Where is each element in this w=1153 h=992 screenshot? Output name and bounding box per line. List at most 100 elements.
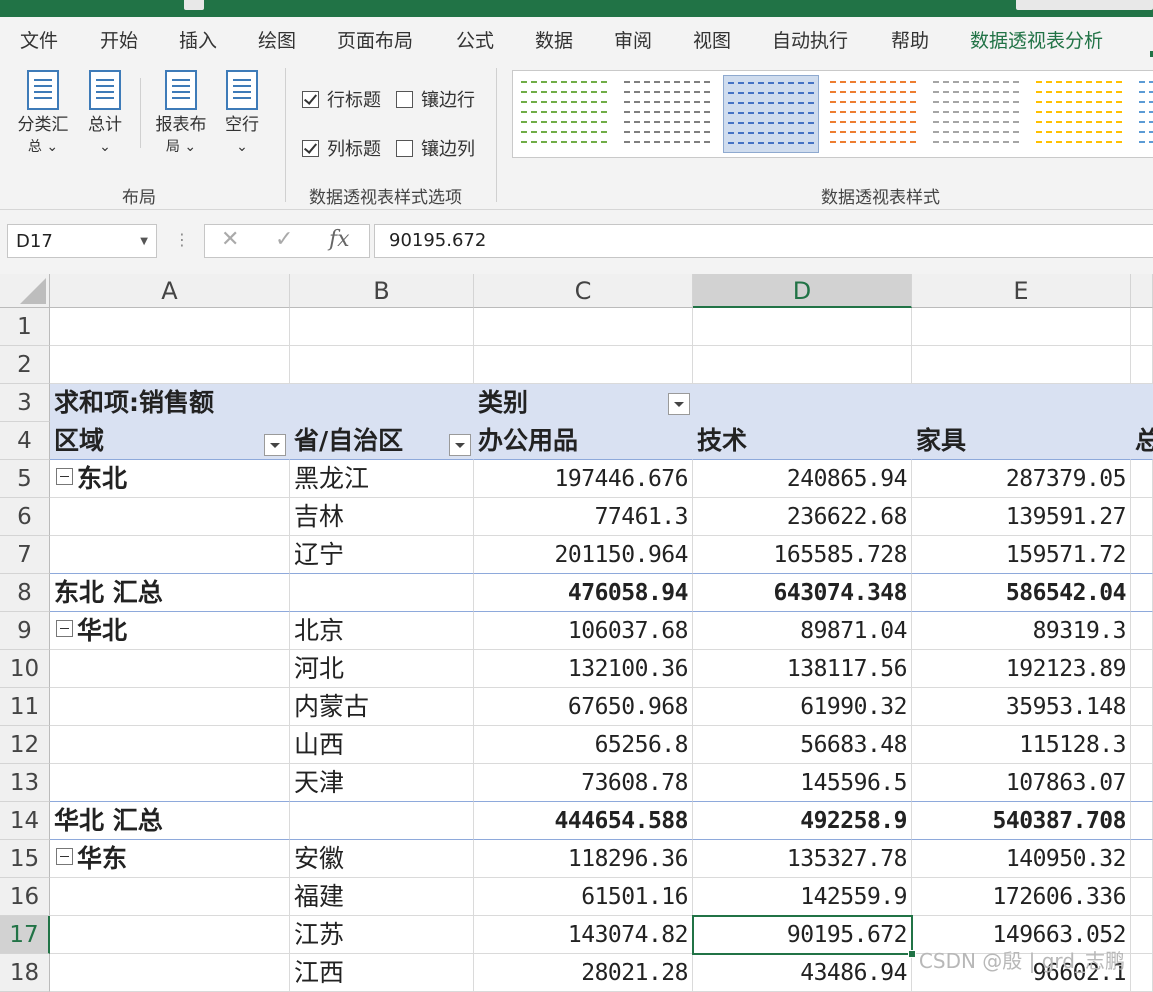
- chevron-down-icon[interactable]: ▼: [140, 225, 148, 259]
- cell[interactable]: [1131, 802, 1153, 840]
- pivot-header-cell[interactable]: [693, 384, 912, 422]
- pivot-value-cell[interactable]: 118296.36: [474, 840, 693, 878]
- pivot-row-label-a[interactable]: [50, 954, 290, 992]
- tab-6[interactable]: 数据: [535, 26, 573, 53]
- cell[interactable]: [1131, 536, 1153, 574]
- pivot-value-cell[interactable]: 139591.27: [912, 498, 1131, 536]
- tab-9[interactable]: 自动执行: [772, 26, 848, 53]
- pivot-value-cell[interactable]: 492258.9: [693, 802, 912, 840]
- cell[interactable]: [1131, 308, 1153, 346]
- cell[interactable]: [1131, 878, 1153, 916]
- formula-input[interactable]: 90195.672: [374, 224, 1153, 258]
- cell[interactable]: [290, 308, 474, 346]
- pivot-value-cell[interactable]: 140950.32: [912, 840, 1131, 878]
- cell[interactable]: [1131, 650, 1153, 688]
- cell[interactable]: [1131, 346, 1153, 384]
- row-header-12[interactable]: 12: [0, 726, 50, 764]
- fx-icon[interactable]: fx: [329, 227, 350, 252]
- select-all-corner[interactable]: [0, 274, 50, 308]
- row-header-17[interactable]: 17: [0, 916, 50, 954]
- tab-5[interactable]: 公式: [456, 26, 494, 53]
- cell[interactable]: [1131, 688, 1153, 726]
- name-box[interactable]: D17 ▼: [7, 224, 157, 258]
- pivot-row-label-a[interactable]: 东北: [50, 460, 290, 498]
- row-header-4[interactable]: 4: [0, 422, 50, 460]
- pivot-province-cell[interactable]: 内蒙古: [290, 688, 474, 726]
- cell[interactable]: [50, 308, 290, 346]
- pivot-value-cell[interactable]: 115128.3: [912, 726, 1131, 764]
- col-headers-checkbox[interactable]: 列标题: [302, 135, 381, 161]
- row-header-2[interactable]: 2: [0, 346, 50, 384]
- cell[interactable]: [1131, 498, 1153, 536]
- pivot-value-cell[interactable]: 476058.94: [474, 574, 693, 612]
- pivot-value-cell[interactable]: 159571.72: [912, 536, 1131, 574]
- pivot-value-cell[interactable]: 142559.9: [693, 878, 912, 916]
- layout-button-1[interactable]: 总计 ⌄: [84, 70, 126, 158]
- row-headers-checkbox[interactable]: 行标题: [302, 86, 381, 112]
- row-header-7[interactable]: 7: [0, 536, 50, 574]
- pivot-value-cell[interactable]: 240865.94: [693, 460, 912, 498]
- pivot-value-cell[interactable]: 89871.04: [693, 612, 912, 650]
- tab-4[interactable]: 页面布局: [337, 26, 413, 53]
- pivot-value-cell[interactable]: 43486.94: [693, 954, 912, 992]
- pivot-row-label-a[interactable]: [50, 726, 290, 764]
- pivot-value-cell[interactable]: 586542.04: [912, 574, 1131, 612]
- cell[interactable]: [912, 308, 1131, 346]
- pivot-row-label-a[interactable]: [50, 764, 290, 802]
- tab-2[interactable]: 插入: [179, 26, 217, 53]
- pivot-value-cell[interactable]: 201150.964: [474, 536, 693, 574]
- pivot-province-cell[interactable]: 黑龙江: [290, 460, 474, 498]
- row-header-1[interactable]: 1: [0, 308, 50, 346]
- pivot-row-label-a[interactable]: 东北 汇总: [50, 574, 290, 612]
- tab-0[interactable]: 文件: [20, 26, 58, 53]
- pivot-value-cell[interactable]: 65256.8: [474, 726, 693, 764]
- pivot-style-swatch-1[interactable]: [620, 75, 714, 151]
- pivot-style-swatch-5[interactable]: [1032, 75, 1126, 151]
- cell[interactable]: [290, 346, 474, 384]
- pivot-province-cell[interactable]: 江苏: [290, 916, 474, 954]
- pivot-value-cell[interactable]: 56683.48: [693, 726, 912, 764]
- layout-button-2[interactable]: 报表布局 ⌄: [150, 70, 212, 158]
- pivot-value-cell[interactable]: 145596.5: [693, 764, 912, 802]
- collapse-icon[interactable]: [56, 848, 73, 865]
- pivot-province-cell[interactable]: 山西: [290, 726, 474, 764]
- banded-cols-checkbox[interactable]: 镶边列: [396, 135, 475, 161]
- cell[interactable]: [1131, 612, 1153, 650]
- column-header-B[interactable]: B: [290, 274, 474, 308]
- row-header-3[interactable]: 3: [0, 384, 50, 422]
- pivot-value-cell[interactable]: 444654.588: [474, 802, 693, 840]
- window-controls[interactable]: [1016, 0, 1153, 10]
- cell[interactable]: [1131, 916, 1153, 954]
- pivot-value-cell[interactable]: 172606.336: [912, 878, 1131, 916]
- pivot-province-cell[interactable]: 北京: [290, 612, 474, 650]
- pivot-province-cell[interactable]: 福建: [290, 878, 474, 916]
- row-header-10[interactable]: 10: [0, 650, 50, 688]
- pivot-value-cell[interactable]: 138117.56: [693, 650, 912, 688]
- column-field-filter-button[interactable]: [668, 393, 690, 415]
- pivot-style-swatch-6[interactable]: [1135, 75, 1153, 151]
- pivot-style-swatch-4[interactable]: [929, 75, 1023, 151]
- column-header-D[interactable]: D: [693, 274, 912, 308]
- pivot-value-cell[interactable]: 643074.348: [693, 574, 912, 612]
- row-header-9[interactable]: 9: [0, 612, 50, 650]
- cell[interactable]: [474, 346, 693, 384]
- column-header-C[interactable]: C: [474, 274, 693, 308]
- pivot-row-label-a[interactable]: 华北: [50, 612, 290, 650]
- row-header-6[interactable]: 6: [0, 498, 50, 536]
- banded-rows-checkbox[interactable]: 镶边行: [396, 86, 475, 112]
- cell[interactable]: [1131, 840, 1153, 878]
- tab-11[interactable]: 数据透视表分析: [970, 26, 1103, 53]
- row-field-b-filter-button[interactable]: [449, 434, 471, 456]
- pivot-value-cell[interactable]: 77461.3: [474, 498, 693, 536]
- pivot-value-cell[interactable]: 287379.05: [912, 460, 1131, 498]
- pivot-row-label-a[interactable]: [50, 498, 290, 536]
- pivot-value-cell[interactable]: 61990.32: [693, 688, 912, 726]
- pivot-value-cell[interactable]: 35953.148: [912, 688, 1131, 726]
- cell[interactable]: [1131, 726, 1153, 764]
- layout-button-3[interactable]: 空行 ⌄: [220, 70, 264, 158]
- tab-8[interactable]: 视图: [693, 26, 731, 53]
- pivot-value-cell[interactable]: 165585.728: [693, 536, 912, 574]
- row-header-5[interactable]: 5: [0, 460, 50, 498]
- column-header-F[interactable]: [1131, 274, 1153, 308]
- pivot-value-cell[interactable]: 135327.78: [693, 840, 912, 878]
